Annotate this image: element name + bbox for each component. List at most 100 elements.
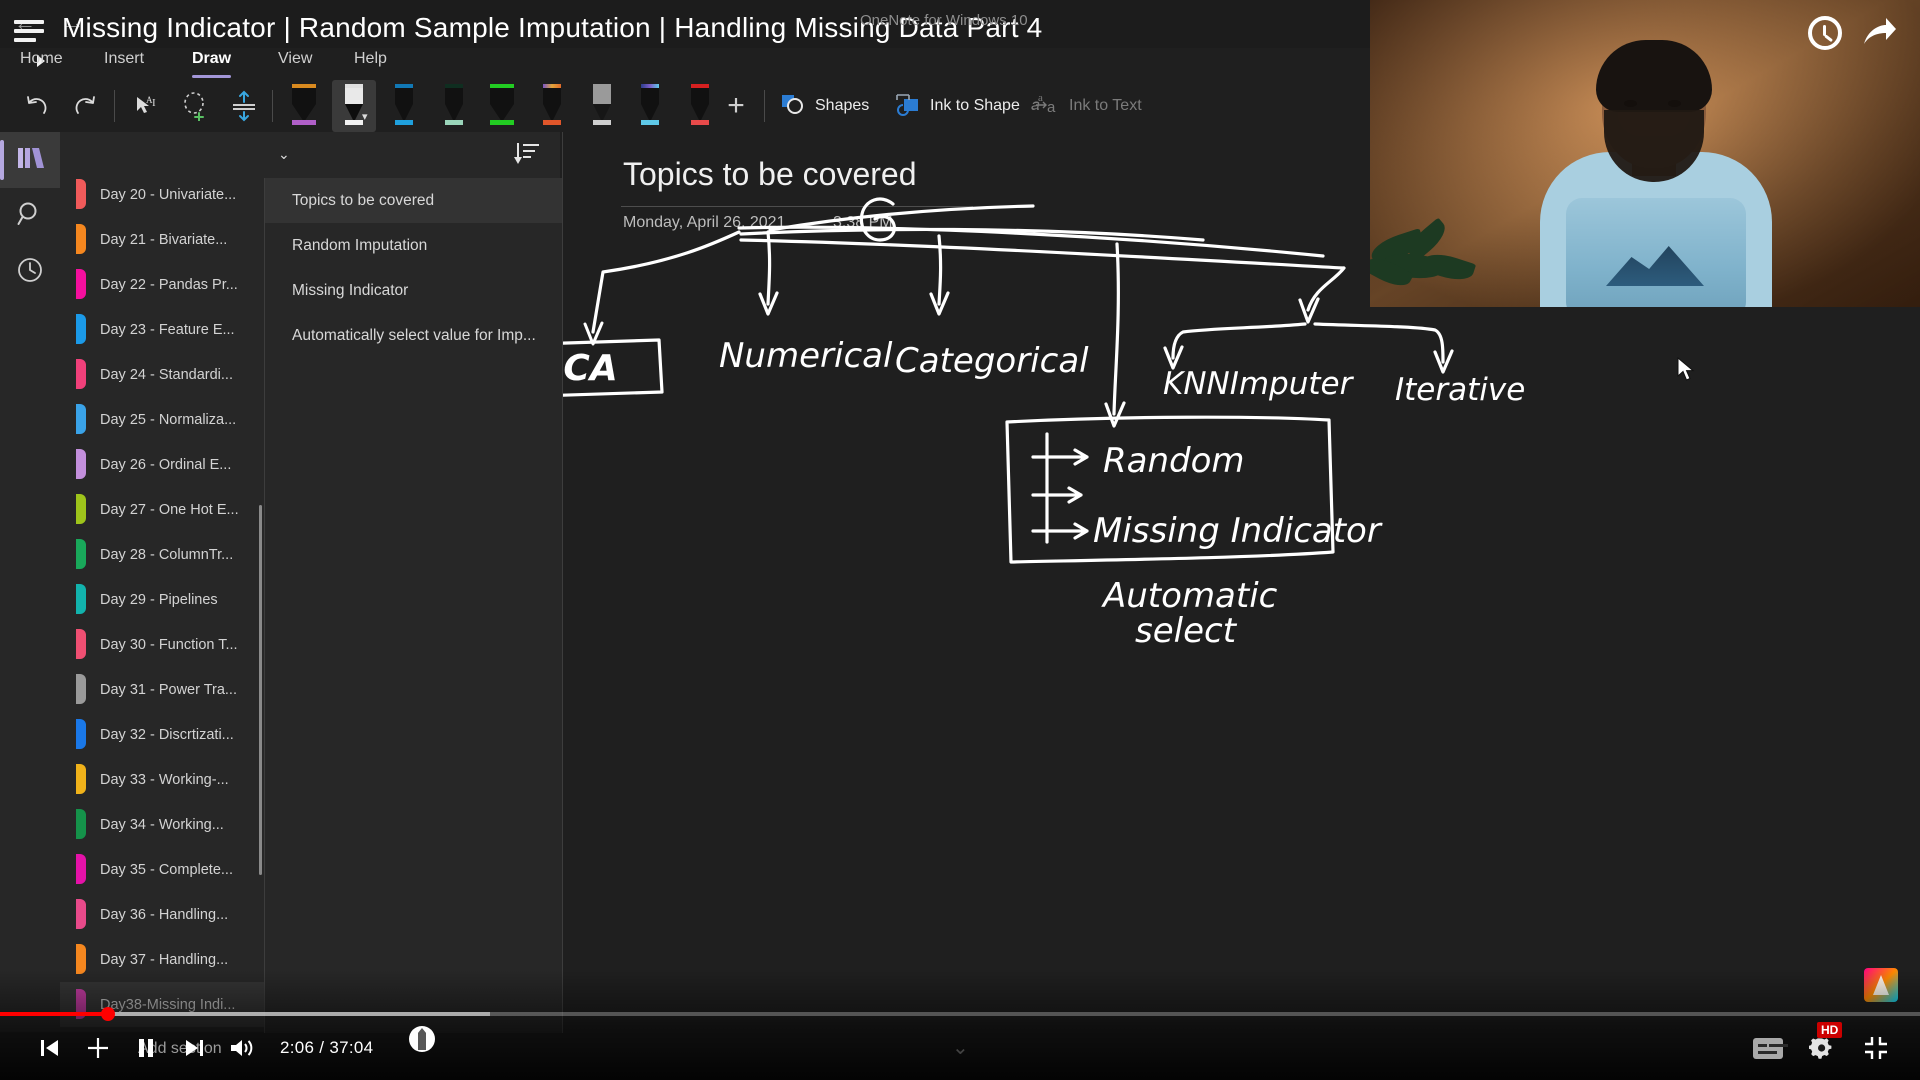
- sort-pages-icon[interactable]: [514, 143, 543, 167]
- section-label: Day 28 - ColumnTr...: [100, 546, 234, 563]
- add-pen-button[interactable]: +: [716, 80, 756, 132]
- clock-icon: [16, 256, 44, 289]
- pen-dark-green[interactable]: [432, 80, 476, 132]
- section-item[interactable]: Day 33 - Working-...: [60, 757, 265, 802]
- video-player-controls: Add section 2:06 / 37:04 HD: [0, 970, 1920, 1080]
- rail-item-notebooks[interactable]: [0, 132, 60, 188]
- insert-space-button[interactable]: [222, 84, 266, 128]
- player-right-controls: HD: [1744, 1022, 1900, 1072]
- captions-button[interactable]: [1744, 1024, 1792, 1072]
- section-item[interactable]: Day 35 - Complete...: [60, 847, 265, 892]
- undo-button[interactable]: [14, 84, 58, 128]
- section-color-tab: [76, 854, 86, 884]
- section-item[interactable]: Day 32 - Discrtizati...: [60, 712, 265, 757]
- section-item[interactable]: Day 27 - One Hot E...: [60, 487, 265, 532]
- pen-highlighter-purple[interactable]: [282, 80, 326, 132]
- ink-label-categorical: Categorical: [895, 341, 1089, 381]
- chevron-down-icon[interactable]: ⌄: [278, 146, 290, 163]
- rail-item-recent[interactable]: [0, 244, 60, 300]
- tab-view[interactable]: View: [272, 48, 318, 70]
- volume-button[interactable]: [218, 1024, 266, 1072]
- page-item[interactable]: Automatically select value for Imp...: [265, 313, 562, 358]
- captions-icon: [1753, 1037, 1783, 1059]
- pause-button[interactable]: [122, 1024, 170, 1072]
- section-color-tab: [76, 674, 86, 704]
- section-item[interactable]: Day 20 - Univariate...: [60, 172, 265, 217]
- section-item[interactable]: Day 23 - Feature E...: [60, 307, 265, 352]
- ink-label-select: select: [1135, 611, 1238, 651]
- section-item[interactable]: Day 34 - Working...: [60, 802, 265, 847]
- time-display: 2:06 / 37:04: [280, 1038, 374, 1057]
- lasso-select-button[interactable]: [172, 84, 220, 128]
- app-name-label: OneNote for Windows 10: [860, 12, 1028, 29]
- section-label: Day 36 - Handling...: [100, 906, 229, 923]
- section-color-tab: [76, 224, 86, 254]
- page-item[interactable]: Random Imputation: [265, 223, 562, 268]
- next-button[interactable]: [170, 1024, 218, 1072]
- section-label: Day 22 - Pandas Pr...: [100, 276, 238, 293]
- tab-help[interactable]: Help: [348, 48, 393, 70]
- fullscreen-button[interactable]: [1852, 1024, 1900, 1072]
- section-item[interactable]: Day 30 - Function T...: [60, 622, 265, 667]
- ink-select-button[interactable]: A I: [124, 84, 168, 128]
- section-label: Day 32 - Discrtizati...: [100, 726, 234, 743]
- tab-home[interactable]: Home: [14, 48, 69, 70]
- share-icon[interactable]: [1862, 16, 1898, 50]
- chevron-down-icon[interactable]: ▾: [362, 110, 368, 123]
- progress-bar-handle[interactable]: [100, 1007, 115, 1021]
- settings-button[interactable]: HD: [1798, 1022, 1846, 1072]
- pen-blue[interactable]: [382, 80, 426, 132]
- svg-text:a: a: [1038, 92, 1043, 104]
- section-item[interactable]: Day 31 - Power Tra...: [60, 667, 265, 712]
- section-list[interactable]: Day 20 - Univariate... Day 21 - Bivariate…: [60, 172, 265, 1027]
- section-color-tab: [76, 449, 86, 479]
- ink-label-automatic: Automatic: [1101, 576, 1278, 616]
- section-label: Day 26 - Ordinal E...: [100, 456, 232, 473]
- redo-button[interactable]: [64, 84, 108, 128]
- tab-draw[interactable]: Draw: [186, 48, 237, 78]
- add-button[interactable]: [74, 1024, 122, 1072]
- progress-bar-played: [0, 1012, 108, 1016]
- ink-label-cca: CCA: [563, 348, 618, 389]
- quality-badge: HD: [1817, 1022, 1843, 1038]
- section-item[interactable]: Day 22 - Pandas Pr...: [60, 262, 265, 307]
- page-list[interactable]: Topics to be covered Random Imputation Mis…: [265, 178, 562, 1033]
- section-scrollbar[interactable]: [259, 505, 262, 875]
- pen-galaxy[interactable]: [628, 80, 672, 132]
- section-item[interactable]: Day 29 - Pipelines: [60, 577, 265, 622]
- page-label: Automatically select value for Imp...: [292, 326, 536, 344]
- section-label: Day 33 - Working-...: [100, 771, 229, 788]
- highlighter-green[interactable]: [480, 80, 524, 132]
- watch-later-icon[interactable]: [1808, 16, 1842, 50]
- section-item[interactable]: Day 25 - Normaliza...: [60, 397, 265, 442]
- section-item[interactable]: Day 36 - Handling...: [60, 892, 265, 937]
- ink-to-shape-icon: [893, 91, 921, 122]
- shapes-button[interactable]: Shapes: [780, 80, 869, 132]
- pen-rainbow[interactable]: [530, 80, 574, 132]
- ink-label-knnimputer: KNNImputer: [1163, 366, 1355, 402]
- section-label: Day 30 - Function T...: [100, 636, 238, 653]
- section-color-tab: [76, 359, 86, 389]
- tab-insert[interactable]: Insert: [98, 48, 150, 70]
- onenote-video-screen: ← → Missing Indicator | Random Sample Im…: [0, 0, 1920, 1080]
- page-item[interactable]: Topics to be covered: [265, 178, 562, 223]
- rail-item-search[interactable]: [0, 188, 60, 244]
- pencil-grey[interactable]: [580, 80, 624, 132]
- ink-to-shape-button[interactable]: Ink to Shape: [893, 80, 1020, 132]
- section-color-tab: [76, 179, 86, 209]
- pen-white[interactable]: ▾: [332, 80, 376, 132]
- section-color-tab: [76, 719, 86, 749]
- books-icon: [15, 145, 45, 176]
- section-item[interactable]: Day 24 - Standardi...: [60, 352, 265, 397]
- page-item[interactable]: Missing Indicator: [265, 268, 562, 313]
- section-item[interactable]: Day 26 - Ordinal E...: [60, 442, 265, 487]
- section-color-tab: [76, 629, 86, 659]
- pen-tool-fab-icon[interactable]: [409, 1026, 435, 1052]
- section-item[interactable]: Day 21 - Bivariate...: [60, 217, 265, 262]
- ink-to-text-button: 𝑎 a a Ink to Text: [1030, 80, 1142, 132]
- shapes-label: Shapes: [815, 97, 870, 114]
- section-color-tab: [76, 494, 86, 524]
- ink-to-text-label: Ink to Text: [1069, 97, 1142, 114]
- previous-button[interactable]: [26, 1024, 74, 1072]
- section-item[interactable]: Day 28 - ColumnTr...: [60, 532, 265, 577]
